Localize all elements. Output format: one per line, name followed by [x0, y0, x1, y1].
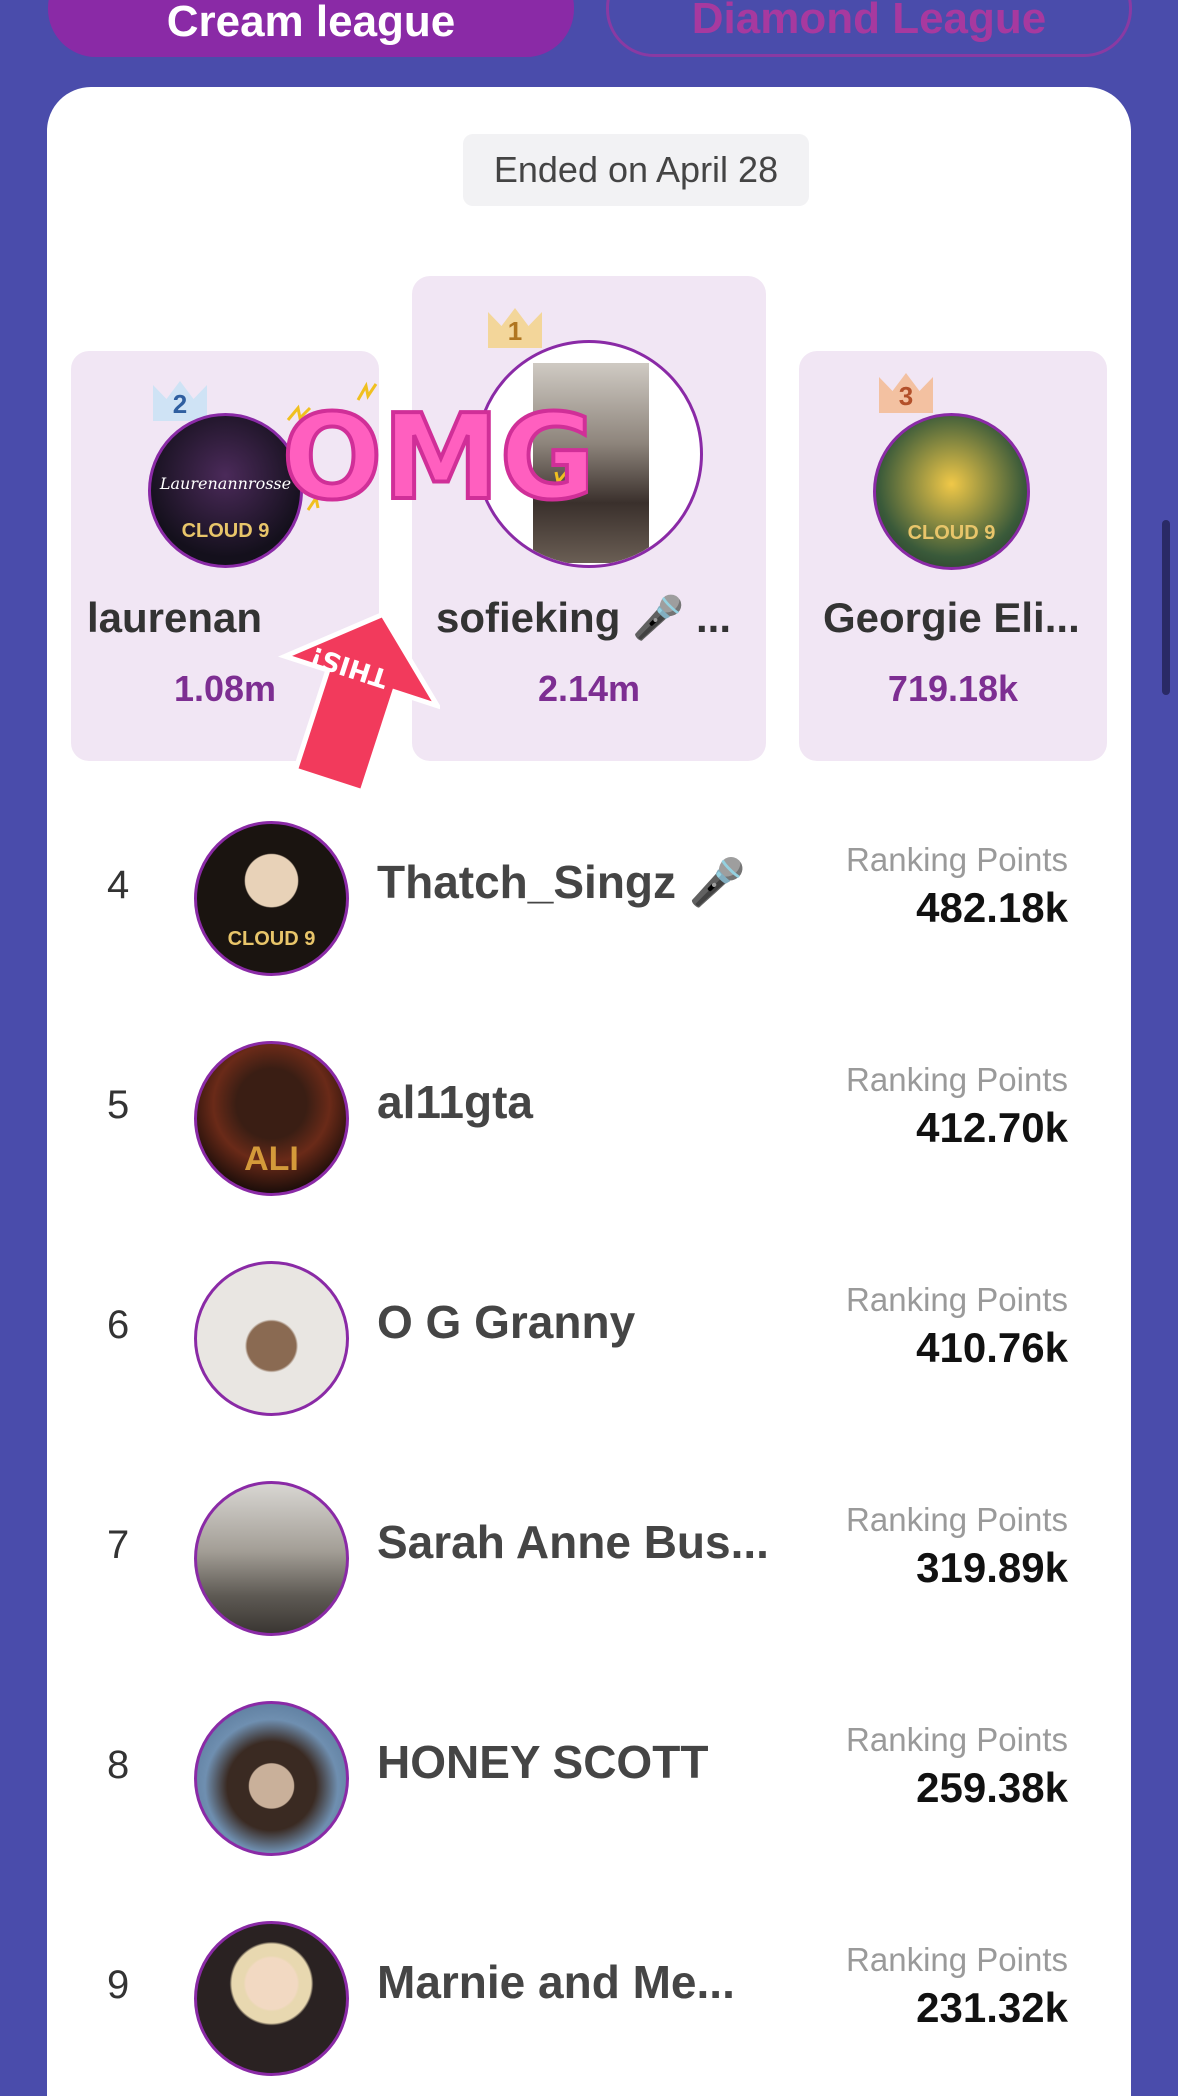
tab-cream-league[interactable]: Cream league	[48, 0, 574, 57]
list-item[interactable]: 8 HONEY SCOTT Ranking Points 259.38k	[47, 1671, 1131, 1891]
ranking-points-label: Ranking Points	[846, 1061, 1068, 1098]
ended-date-badge: Ended on April 28	[463, 134, 809, 206]
podium-rank-1[interactable]: 1 sofieking 🎤 ... 2.14m	[412, 276, 766, 761]
tab-label: Diamond League	[691, 0, 1047, 43]
avatar[interactable]: ALI	[194, 1041, 349, 1196]
crown-rank: 1	[507, 316, 523, 346]
crown-icon: 1	[488, 308, 542, 348]
podium-rank-2[interactable]: 2 Laurenannrosse CLOUD 9 laurenan 1.08m	[71, 351, 379, 761]
ranking-points-label: Ranking Points	[846, 841, 1068, 878]
ranking-points-label: Ranking Points	[846, 1501, 1068, 1538]
ranking-points-label: Ranking Points	[846, 1941, 1068, 1978]
leaderboard-card: Ended on April 28 2 Laurenannrosse CLOUD…	[47, 87, 1131, 2096]
avatar[interactable]	[475, 340, 703, 568]
username: Sarah Anne Bus...	[377, 1516, 769, 1568]
crown-rank: 3	[898, 381, 914, 411]
ranking-points-label: Ranking Points	[846, 1721, 1068, 1758]
rank-number: 9	[107, 1963, 130, 2007]
rank-number: 6	[107, 1303, 130, 1347]
avatar[interactable]	[194, 1481, 349, 1636]
podium-score: 2.14m	[537, 668, 641, 709]
rank-number: 7	[107, 1523, 130, 1567]
podium-name: laurenan	[87, 594, 263, 641]
avatar-script-text: Laurenannrosse	[159, 474, 292, 493]
avatar-photo	[533, 363, 649, 563]
tab-diamond-league[interactable]: Diamond League	[606, 0, 1132, 57]
username: Thatch_Singz 🎤	[377, 856, 747, 908]
crown-rank: 2	[172, 389, 188, 419]
avatar[interactable]: Laurenannrosse CLOUD 9	[148, 413, 303, 568]
username: Marnie and Me...	[377, 1956, 735, 2008]
avatar-badge: ALI	[244, 1140, 299, 1178]
avatar[interactable]	[194, 1701, 349, 1856]
crown-icon: 2	[153, 381, 207, 421]
avatar-badge: CLOUD 9	[227, 928, 316, 950]
username: al11gta	[377, 1076, 533, 1128]
list-item[interactable]: 6 O G Granny Ranking Points 410.76k	[47, 1231, 1131, 1451]
ranking-points-value: 410.76k	[916, 1324, 1068, 1371]
avatar[interactable]	[194, 1261, 349, 1416]
podium-score: 719.18k	[887, 668, 1019, 709]
avatar-badge: CLOUD 9	[907, 522, 996, 544]
ranking-points-value: 412.70k	[916, 1104, 1068, 1151]
avatar[interactable]: CLOUD 9	[873, 413, 1030, 570]
avatar[interactable]: CLOUD 9	[194, 821, 349, 976]
crown-icon: 3	[879, 373, 933, 413]
podium-score: 1.08m	[173, 668, 277, 709]
rank-number: 5	[107, 1083, 130, 1127]
list-item[interactable]: 4 CLOUD 9 Thatch_Singz 🎤 Ranking Points …	[47, 791, 1131, 1011]
ranking-points-value: 259.38k	[916, 1764, 1068, 1811]
list-item[interactable]: 5 ALI al11gta Ranking Points 412.70k	[47, 1011, 1131, 1231]
scrollbar[interactable]	[1162, 520, 1170, 695]
podium-name: sofieking 🎤 ...	[436, 594, 732, 641]
tab-label: Cream league	[166, 0, 456, 46]
ranking-points-value: 482.18k	[916, 884, 1068, 931]
list-item[interactable]: 9 Marnie and Me... Ranking Points 231.32…	[47, 1891, 1131, 2096]
ranking-points-value: 231.32k	[916, 1984, 1068, 2031]
username: O G Granny	[377, 1296, 636, 1348]
ranking-points-label: Ranking Points	[846, 1281, 1068, 1318]
rank-number: 8	[107, 1743, 130, 1787]
rank-number: 4	[107, 863, 130, 907]
ranking-points-value: 319.89k	[916, 1544, 1068, 1591]
list-item[interactable]: 7 Sarah Anne Bus... Ranking Points 319.8…	[47, 1451, 1131, 1671]
avatar[interactable]	[194, 1921, 349, 2076]
username: HONEY SCOTT	[377, 1736, 709, 1788]
podium-name: Georgie Eli...	[823, 594, 1080, 641]
avatar-badge: CLOUD 9	[181, 520, 270, 542]
podium-rank-3[interactable]: 3 CLOUD 9 Georgie Eli... 719.18k	[799, 351, 1107, 761]
